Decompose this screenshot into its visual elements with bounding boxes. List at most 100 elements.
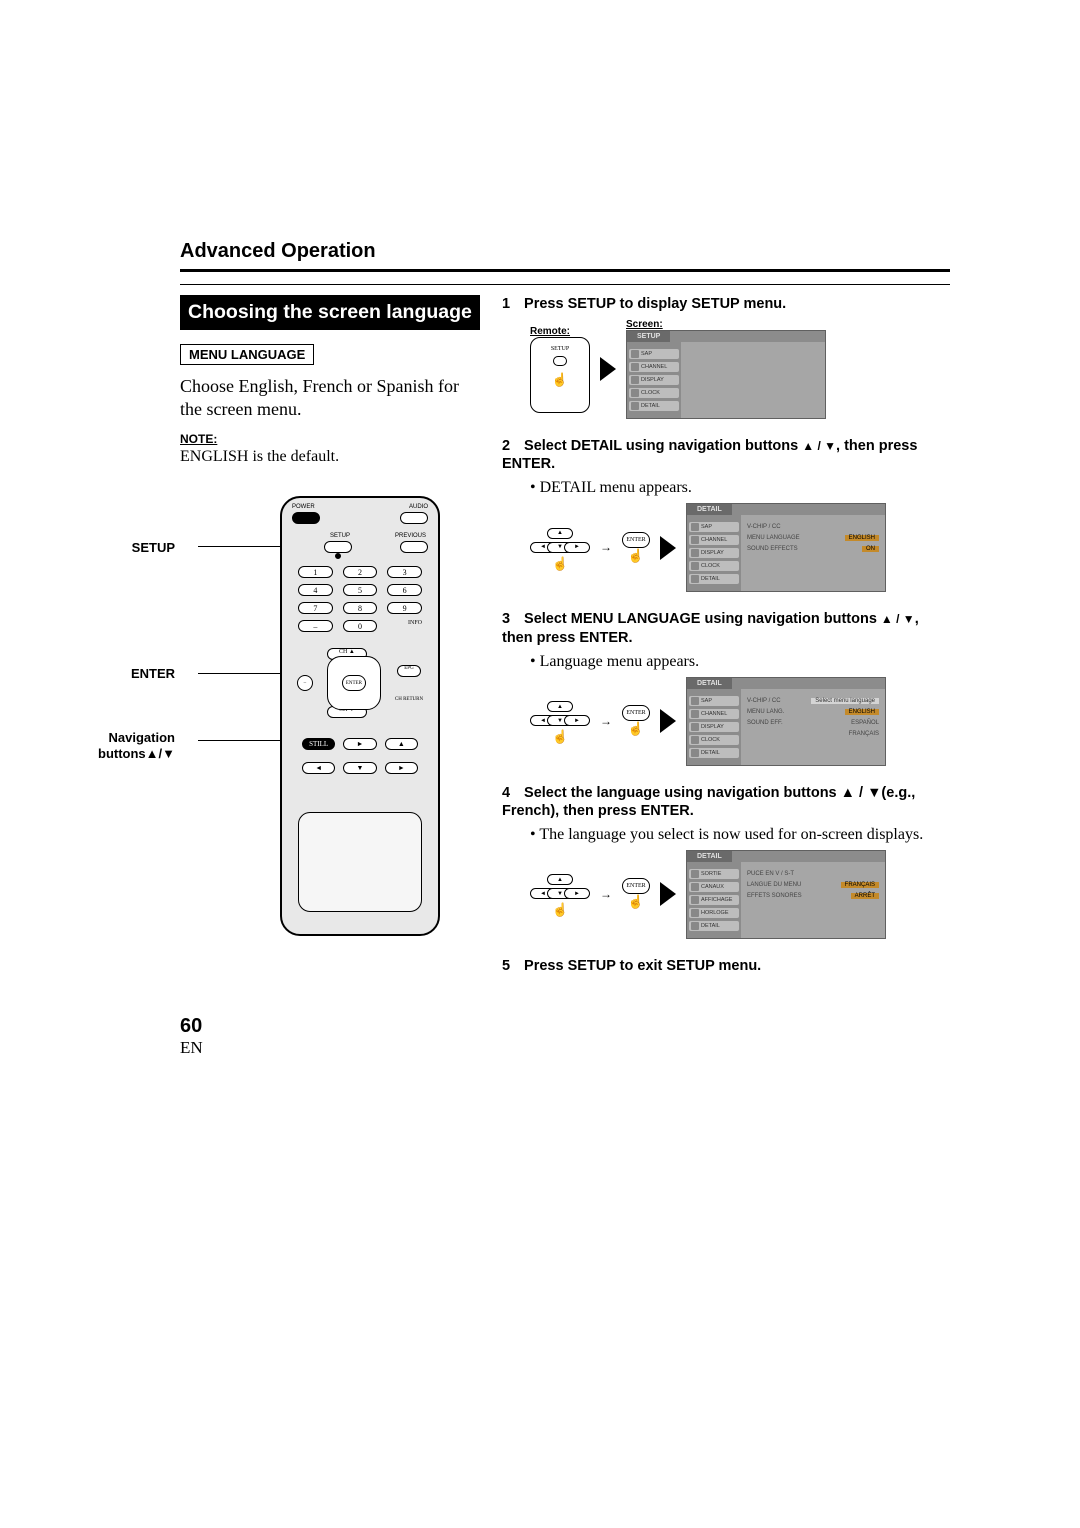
setup-button — [324, 541, 352, 553]
sap-icon — [691, 870, 699, 878]
audio-button — [400, 512, 428, 524]
display-icon — [691, 896, 699, 904]
screen-sidebar: SAP CHANNEL DISPLAY CLOCK DETAIL — [687, 515, 741, 591]
nav-right-icon: ► — [564, 888, 590, 899]
screen-sidebar: SAP CHANNEL DISPLAY CLOCK DETAIL — [627, 342, 681, 418]
note-text: ENGLISH is the default. — [180, 448, 480, 466]
finger-icon: ☝ — [552, 556, 568, 572]
channel-icon — [691, 710, 699, 718]
finger-icon: ☝ — [552, 372, 568, 388]
note-label: NOTE: — [180, 432, 480, 446]
remote-caption: Remote: — [530, 326, 590, 337]
divider-thin — [180, 284, 950, 285]
nav-left-pill: ◄ — [302, 762, 335, 774]
enter-hint: ENTER — [622, 532, 650, 548]
screen-content: V-CHIP / CCSelect menu language MENU LAN… — [741, 689, 885, 765]
screen-tab: DETAIL — [687, 851, 732, 862]
screen-sidebar: SORTIE CANAUX AFFICHAGE HORLOGE DETAIL — [687, 862, 741, 938]
detail-icon — [691, 749, 699, 757]
sap-icon — [691, 523, 699, 531]
nav-hint: ▲ ◄ ▼ ► ☝ — [530, 701, 590, 741]
previous-label: PREVIOUS — [395, 533, 426, 539]
side-item: DETAIL — [689, 748, 739, 758]
step-text: Press SETUP to display SETUP menu. — [524, 296, 786, 312]
manual-page: Advanced Operation Choosing the screen l… — [0, 0, 1080, 1158]
key-1: 1 — [298, 566, 333, 578]
remote-callout-setup: SETUP — [132, 540, 175, 555]
epg-button: EPG — [397, 665, 421, 677]
detail-icon — [691, 922, 699, 930]
display-icon — [691, 723, 699, 731]
key-3: 3 — [387, 566, 422, 578]
remote-hint-setup: SETUP ☝ — [530, 337, 590, 413]
arrow-right-icon — [660, 709, 676, 733]
step-5: 5 Press SETUP to exit SETUP menu. — [502, 957, 950, 975]
setup-tiny-button — [553, 356, 567, 366]
side-item: CHANNEL — [629, 362, 679, 372]
key-6: 6 — [387, 584, 422, 596]
screen-content: V-CHIP / CC MENU LANGUAGEENGLISH SOUND E… — [741, 515, 885, 591]
side-item: DISPLAY — [689, 722, 739, 732]
step-bullet: • Language menu appears. — [530, 653, 950, 671]
nav-right-pill: ► — [343, 738, 376, 750]
key-0: 0 — [343, 620, 378, 632]
step-bullet: • DETAIL menu appears. — [530, 479, 950, 497]
nav-down-pill: ▼ — [343, 762, 376, 774]
finger-icon: ☝ — [622, 548, 650, 564]
power-label: POWER — [292, 504, 315, 510]
key-9: 9 — [387, 602, 422, 614]
side-item: DETAIL — [689, 574, 739, 584]
nav-right-pill2: ► — [385, 762, 418, 774]
power-button — [292, 512, 320, 524]
side-item: SAP — [629, 349, 679, 359]
nav-up-icon: ▲ — [547, 874, 573, 885]
key-7: 7 — [298, 602, 333, 614]
clock-icon — [691, 736, 699, 744]
clock-icon — [631, 389, 639, 397]
side-item: SORTIE — [689, 869, 739, 879]
finger-icon: ☝ — [552, 902, 568, 918]
side-item: HORLOGE — [689, 908, 739, 918]
key-8: 8 — [343, 602, 378, 614]
detail-icon — [691, 575, 699, 583]
nav-up-icon: ▲ — [547, 528, 573, 539]
finger-icon: ☝ — [552, 729, 568, 745]
step-text: Press SETUP to exit SETUP menu. — [524, 958, 761, 974]
subhead-menu-language: MENU LANGUAGE — [180, 344, 314, 365]
channel-icon — [631, 363, 639, 371]
section-header: Advanced Operation — [180, 240, 950, 263]
screen-french: DETAIL SORTIE CANAUX AFFICHAGE HORLOGE D… — [686, 850, 886, 939]
vol-down-button: – — [297, 675, 313, 691]
enter-button: ENTER — [342, 675, 366, 691]
side-item: AFFICHAGE — [689, 895, 739, 905]
step-number: 3 — [502, 610, 520, 628]
detail-icon — [631, 402, 639, 410]
remote-callout-nav1: Navigation — [109, 730, 175, 745]
step-number: 4 — [502, 784, 520, 802]
side-item: CLOCK — [689, 561, 739, 571]
key-5: 5 — [343, 584, 378, 596]
audio-label: AUDIO — [409, 504, 428, 510]
arrow-right-icon — [600, 357, 616, 381]
nav-hint: ▲ ◄ ▼ ► ☝ — [530, 874, 590, 914]
step-1: 1 Press SETUP to display SETUP menu. — [502, 295, 950, 313]
display-icon — [691, 549, 699, 557]
step-number: 5 — [502, 957, 520, 975]
clock-icon — [691, 909, 699, 917]
sap-icon — [691, 697, 699, 705]
arrow-updown: ▲ / ▼ — [881, 612, 915, 626]
side-item: CLOCK — [629, 388, 679, 398]
nav-right-icon: ► — [564, 715, 590, 726]
setup-tiny-label: SETUP — [551, 346, 569, 352]
nav-up-icon: ▲ — [547, 701, 573, 712]
page-number: 60 — [180, 1015, 950, 1038]
info-label: INFO — [387, 620, 422, 632]
step-3: 3 Select MENU LANGUAGE using navigation … — [502, 610, 950, 646]
finger-icon: ☝ — [622, 894, 650, 910]
screen-detail: DETAIL SAP CHANNEL DISPLAY CLOCK DETAIL … — [686, 503, 886, 592]
screen-tab: SETUP — [627, 331, 670, 342]
side-item: CHANNEL — [689, 709, 739, 719]
page-title: Choosing the screen language — [180, 295, 480, 330]
display-icon — [631, 376, 639, 384]
divider-thick — [180, 269, 950, 272]
